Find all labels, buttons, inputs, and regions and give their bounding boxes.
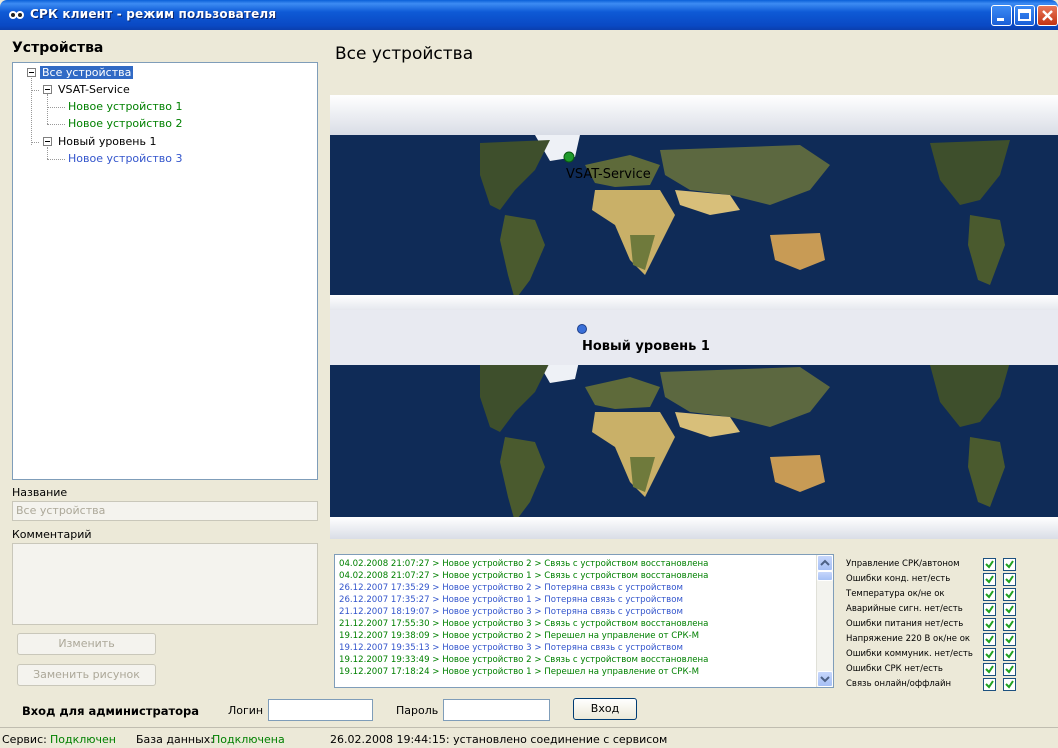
tree-item-device-3[interactable]: Новое устройство 3 [68, 152, 182, 165]
status-label: Связь онлайн/оффлайн [846, 679, 952, 689]
status-label: Аварийные сигн. нет/есть [846, 604, 963, 614]
status-checkbox[interactable] [1003, 603, 1016, 616]
db-status: Подключена [212, 733, 285, 746]
status-label: Температура ок/не ок [846, 589, 945, 599]
status-checkbox[interactable] [983, 678, 996, 691]
status-checkbox[interactable] [983, 633, 996, 646]
status-checkbox[interactable] [1003, 678, 1016, 691]
log-line: 19.12.2007 19:35:13 > Новое устройство 3… [339, 643, 683, 653]
status-checkbox[interactable] [1003, 663, 1016, 676]
status-label: Ошибки питания нет/есть [846, 619, 964, 629]
comment-field[interactable] [12, 543, 318, 625]
edit-button[interactable]: Изменить [17, 633, 156, 655]
status-checkbox[interactable] [1003, 633, 1016, 646]
tree-expander[interactable] [43, 137, 52, 146]
status-checkbox[interactable] [983, 603, 996, 616]
tree-item-device-1[interactable]: Новое устройство 1 [68, 100, 182, 113]
minimize-button[interactable] [991, 5, 1012, 26]
status-message: 26.02.2008 19:44:15: установлено соедине… [330, 733, 668, 746]
log-line: 19.12.2007 17:18:24 > Новое устройство 1… [339, 667, 700, 677]
admin-login-title: Вход для администратора [22, 704, 200, 718]
name-field[interactable]: Все устройства [12, 501, 318, 521]
scroll-down-button[interactable] [817, 671, 833, 687]
app-icon [8, 7, 26, 23]
tree-item-new-level-1[interactable]: Новый уровень 1 [58, 135, 156, 148]
status-checkbox[interactable] [1003, 588, 1016, 601]
status-checkbox[interactable] [983, 618, 996, 631]
maximize-button[interactable] [1014, 5, 1035, 26]
log-line: 26.12.2007 17:35:27 > Новое устройство 1… [339, 595, 683, 605]
log-line: 04.02.2008 21:07:27 > Новое устройство 2… [339, 559, 709, 569]
tree-item-device-2[interactable]: Новое устройство 2 [68, 117, 182, 130]
log-line: 21.12.2007 18:19:07 > Новое устройство 3… [339, 607, 683, 617]
world-map[interactable]: VSAT-Service Новый уровень 1 [330, 95, 1058, 539]
password-label: Пароль [396, 704, 439, 717]
marker-vsat-service [563, 151, 575, 163]
log-line: 04.02.2008 21:07:27 > Новое устройство 1… [339, 571, 709, 581]
tree-item-all-devices[interactable]: Все устройства [40, 66, 134, 79]
db-label: База данных: [136, 733, 215, 746]
status-label: Ошибки СРК нет/есть [846, 664, 943, 674]
status-bar: Сервис: Подключен База данных: Подключен… [0, 727, 1058, 748]
status-label: Управление СРК/автоном [846, 559, 960, 569]
log-scrollbar[interactable] [816, 555, 833, 687]
log-line: 19.12.2007 19:33:49 > Новое устройство 2… [339, 655, 709, 665]
status-checkbox[interactable] [1003, 618, 1016, 631]
login-label: Логин [228, 704, 264, 717]
title-bar: СРК клиент - режим пользователя [0, 0, 1058, 30]
status-label: Ошибки коммуник. нет/есть [846, 649, 973, 659]
tree-expander[interactable] [43, 85, 52, 94]
tree-item-vsat-service[interactable]: VSAT-Service [58, 83, 130, 96]
status-checkbox[interactable] [983, 558, 996, 571]
status-checkbox[interactable] [1003, 648, 1016, 661]
scroll-up-button[interactable] [817, 555, 833, 571]
marker-new-level-1 [577, 324, 587, 334]
status-checkbox[interactable] [983, 648, 996, 661]
replace-image-button[interactable]: Заменить рисунок [17, 664, 156, 686]
name-label: Название [12, 486, 68, 499]
main-title: Все устройства [335, 44, 474, 64]
window-title: СРК клиент - режим пользователя [30, 7, 277, 21]
status-checkbox[interactable] [983, 663, 996, 676]
status-checkbox[interactable] [1003, 573, 1016, 586]
map-label-vsat-service: VSAT-Service [566, 167, 651, 182]
status-label: Напряжение 220 В ок/не ок [846, 634, 971, 644]
tree-expander[interactable] [27, 68, 36, 77]
scroll-thumb[interactable] [817, 571, 833, 581]
close-button[interactable] [1037, 5, 1058, 26]
login-button[interactable]: Вход [573, 698, 637, 720]
status-checkbox[interactable] [1003, 558, 1016, 571]
event-log[interactable]: 04.02.2008 21:07:27 > Новое устройство 2… [334, 554, 834, 688]
comment-label: Комментарий [12, 528, 92, 541]
password-input[interactable] [443, 699, 550, 721]
map-label-new-level-1: Новый уровень 1 [582, 339, 710, 354]
devices-title: Устройства [12, 40, 104, 56]
log-line: 26.12.2007 17:35:29 > Новое устройство 2… [339, 583, 683, 593]
status-checkbox[interactable] [983, 588, 996, 601]
log-line: 19.12.2007 19:38:09 > Новое устройство 2… [339, 631, 700, 641]
service-label: Сервис: [2, 733, 47, 746]
device-tree[interactable]: Все устройства VSAT-Service Новое устрой… [12, 62, 318, 480]
log-line: 21.12.2007 17:55:30 > Новое устройство 3… [339, 619, 709, 629]
status-label: Ошибки конд. нет/есть [846, 574, 951, 584]
status-checkbox[interactable] [983, 573, 996, 586]
login-input[interactable] [268, 699, 373, 721]
service-status: Подключен [50, 733, 116, 746]
